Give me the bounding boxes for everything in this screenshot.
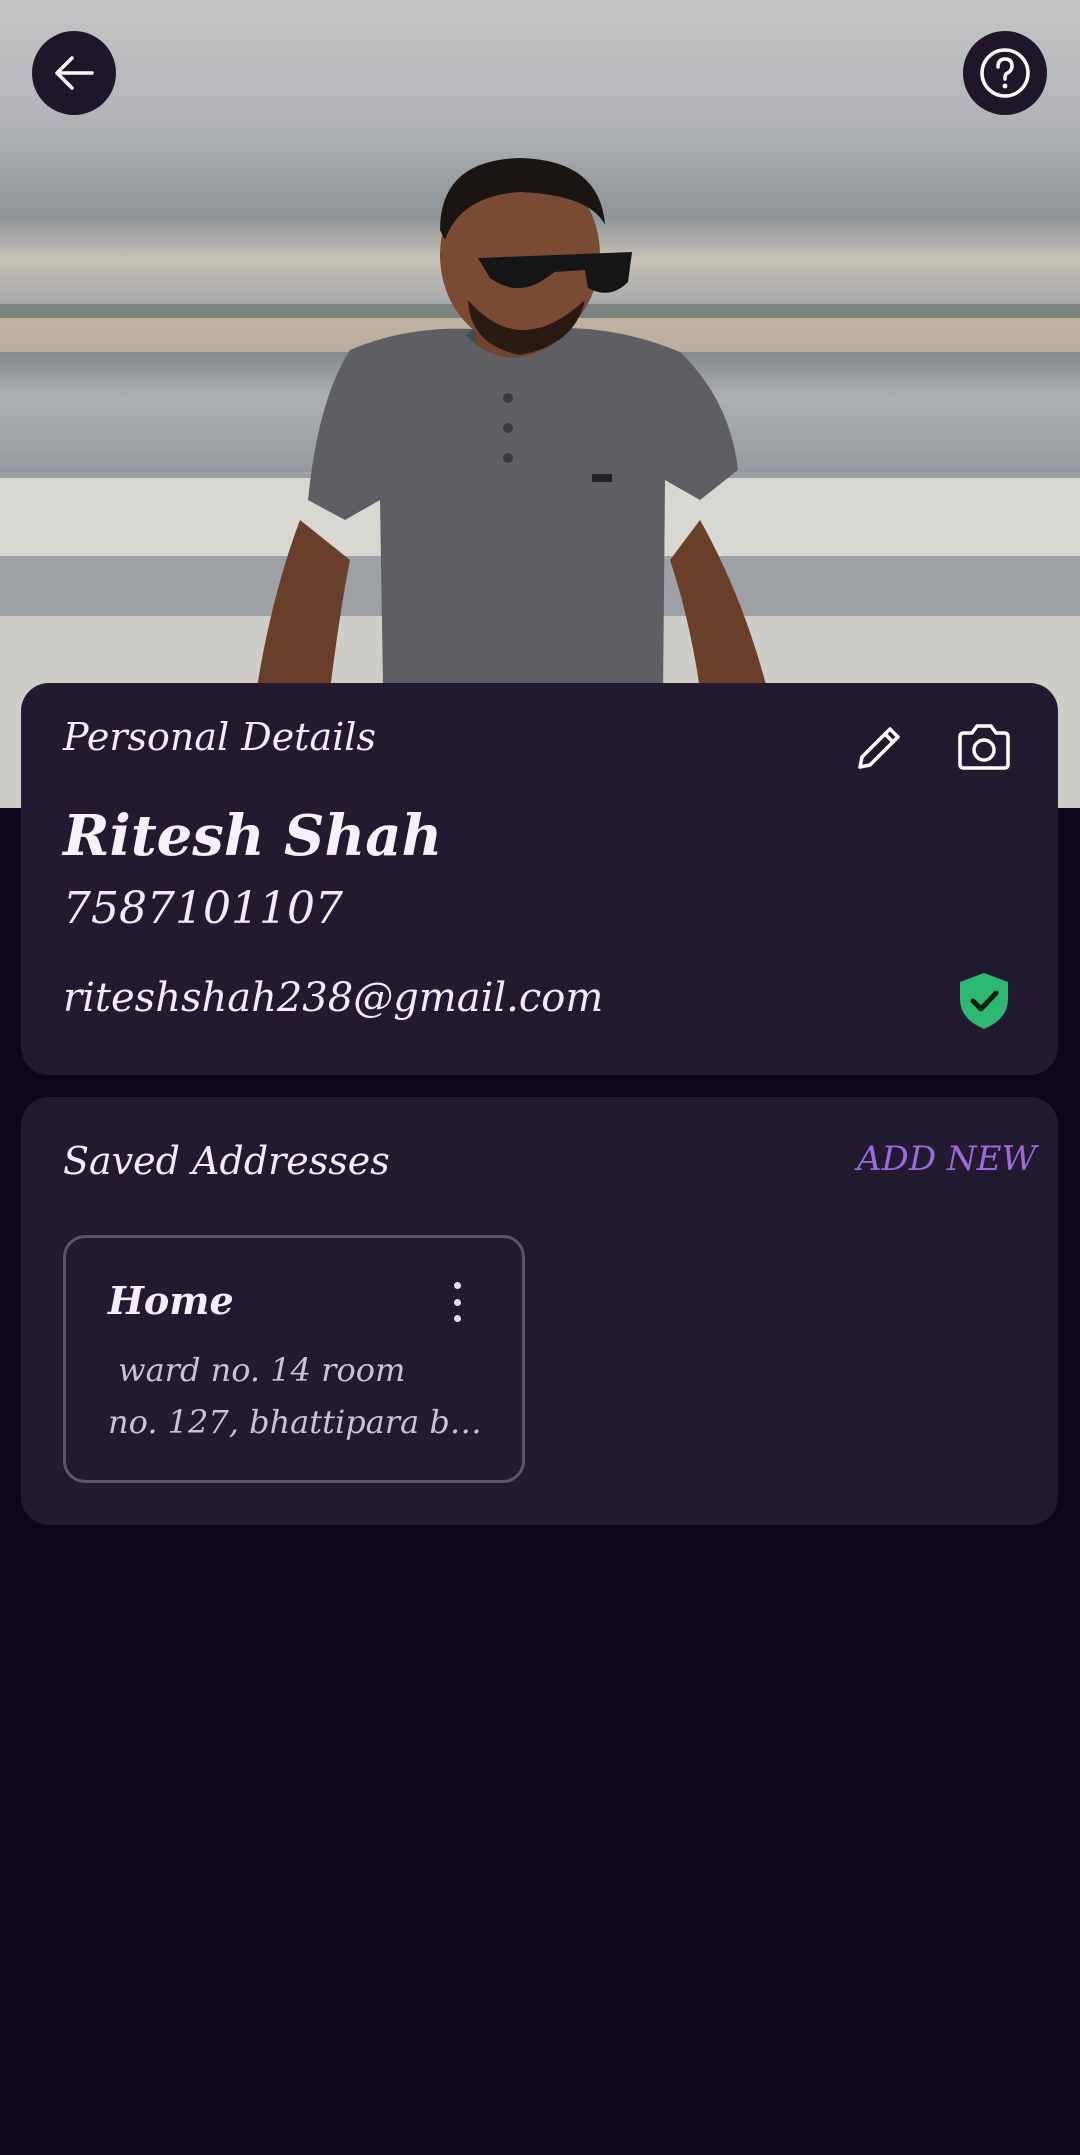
camera-icon: [958, 724, 1010, 770]
change-photo-button[interactable]: [952, 715, 1016, 779]
address-label: Home: [108, 1278, 234, 1323]
user-email: riteshshah238@gmail.com: [63, 975, 604, 1021]
help-button[interactable]: [963, 31, 1047, 115]
pencil-icon: [858, 727, 900, 769]
saved-addresses-title: Saved Addresses: [63, 1139, 390, 1183]
personal-details-title: Personal Details: [63, 715, 376, 759]
shield-check-icon: [960, 973, 1008, 1029]
address-card-home[interactable]: Home ward no. 14 room no. 127, bhattipar…: [63, 1235, 525, 1483]
personal-details-card: Personal Details Ritesh Shah 7587101107 …: [21, 683, 1058, 1075]
help-circle-icon: [980, 48, 1030, 98]
add-new-address-button[interactable]: ADD NEW: [857, 1139, 1036, 1179]
edit-profile-button[interactable]: [848, 715, 912, 779]
back-button[interactable]: [32, 31, 116, 115]
more-vertical-icon[interactable]: [442, 1282, 472, 1322]
saved-addresses-card: Saved Addresses ADD NEW Home ward no. 14…: [21, 1097, 1058, 1525]
address-text: ward no. 14 room no. 127, bhattipara bi.…: [108, 1344, 488, 1448]
user-name: Ritesh Shah: [63, 803, 443, 869]
user-phone: 7587101107: [63, 883, 343, 934]
arrow-left-icon: [55, 56, 94, 90]
address-line-2: no. 127, bhattipara bi...: [108, 1403, 488, 1441]
address-line-1: ward no. 14 room: [108, 1351, 406, 1389]
